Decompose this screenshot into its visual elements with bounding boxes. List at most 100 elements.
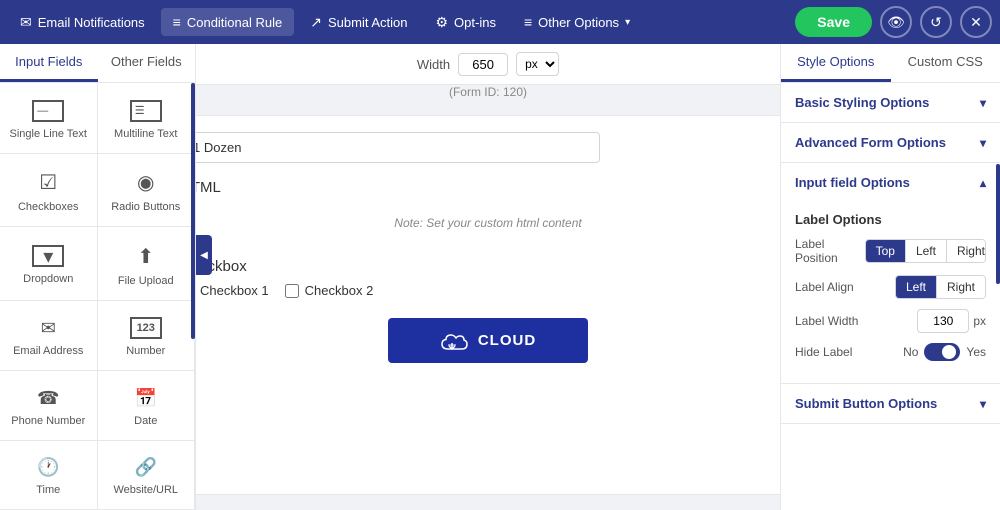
field-multiline-text[interactable]: ☰ Multiline Text bbox=[98, 83, 196, 154]
label-position-top[interactable]: Top bbox=[866, 240, 906, 262]
dropdown-label: Dropdown bbox=[23, 273, 73, 285]
hide-label-yes: Yes bbox=[966, 345, 986, 359]
phone-label: Phone Number bbox=[11, 415, 85, 427]
chevron-down-icon: ▾ bbox=[625, 17, 630, 28]
html-title: HTML bbox=[196, 179, 780, 196]
html-note: Note: Set your custom html content bbox=[196, 204, 780, 242]
multiline-icon: ☰ bbox=[130, 100, 162, 122]
field-radio-buttons[interactable]: ◉ Radio Buttons bbox=[98, 154, 196, 228]
field-date[interactable]: 📅 Date bbox=[98, 371, 196, 441]
nav-optins-label: Opt-ins bbox=[454, 15, 496, 30]
checkbox-2-input[interactable] bbox=[285, 284, 299, 298]
checkbox-section: Checkbox Checkbox 1 Checkbox 2 bbox=[196, 258, 780, 298]
label-width-label: Label Width bbox=[795, 314, 858, 328]
tab-input-fields[interactable]: Input Fields bbox=[0, 44, 98, 82]
checkboxes-icon: ☑ bbox=[39, 170, 57, 195]
label-align-left[interactable]: Left bbox=[896, 276, 937, 298]
field-time[interactable]: 🕐 Time bbox=[0, 441, 98, 510]
hide-label-label: Hide Label bbox=[795, 345, 852, 359]
field-phone-number[interactable]: ☎ Phone Number bbox=[0, 371, 98, 441]
single-line-label: Single Line Text bbox=[10, 128, 87, 140]
form-dropdown-field[interactable]: 1 Dozen bbox=[196, 132, 600, 163]
nav-conditional-rule[interactable]: ≡ Conditional Rule bbox=[161, 8, 295, 36]
email-icon: ✉ bbox=[20, 14, 32, 31]
checkbox-2-label: Checkbox 2 bbox=[305, 283, 374, 298]
html-section: HTML Note: Set your custom html content bbox=[196, 179, 780, 242]
time-icon: 🕐 bbox=[37, 457, 59, 478]
cloud-btn-label: CLOUD bbox=[478, 332, 536, 349]
width-input[interactable] bbox=[458, 53, 508, 76]
label-position-left[interactable]: Left bbox=[906, 240, 947, 262]
file-upload-icon: ⬆ bbox=[137, 244, 154, 269]
label-position-right[interactable]: Right bbox=[947, 240, 986, 262]
multiline-label: Multiline Text bbox=[114, 128, 177, 140]
label-align-group: Left Right bbox=[895, 275, 986, 299]
nav-conditional-label: Conditional Rule bbox=[187, 15, 282, 30]
phone-icon: ☎ bbox=[37, 388, 59, 409]
center-canvas: Width px % (Form ID: 120) 1 Dozen HTML N… bbox=[196, 44, 780, 510]
checkbox-item-1[interactable]: Checkbox 1 bbox=[196, 283, 269, 298]
nav-optins[interactable]: ⚙ Opt-ins bbox=[423, 8, 507, 37]
time-label: Time bbox=[36, 484, 60, 496]
checkbox-item-2[interactable]: Checkbox 2 bbox=[285, 283, 374, 298]
save-button[interactable]: Save bbox=[795, 7, 872, 37]
cloud-button[interactable]: CLOUD bbox=[388, 318, 588, 363]
accordion-submit-button-header[interactable]: Submit Button Options ▾ bbox=[781, 384, 1000, 423]
label-position-label: Label Position bbox=[795, 237, 865, 265]
field-number[interactable]: 123 Number bbox=[98, 301, 196, 372]
nav-email-notifications[interactable]: ✉ Email Notifications bbox=[8, 8, 157, 37]
refresh-button[interactable]: ↺ bbox=[920, 6, 952, 38]
nav-other-label: Other Options bbox=[538, 15, 619, 30]
checkbox-row: Checkbox 1 Checkbox 2 bbox=[196, 283, 780, 298]
collapse-sidebar-button[interactable]: ◀ bbox=[196, 235, 212, 275]
nav-submit-action[interactable]: ↗ Submit Action bbox=[298, 8, 419, 37]
accordion-basic-styling-header[interactable]: Basic Styling Options ▾ bbox=[781, 83, 1000, 122]
advanced-form-label: Advanced Form Options bbox=[795, 135, 946, 150]
hide-label-toggle-group: No Yes bbox=[903, 343, 986, 361]
dropdown-icon: ▾ bbox=[32, 245, 64, 267]
date-label: Date bbox=[134, 415, 157, 427]
checkbox-1-label: Checkbox 1 bbox=[200, 283, 269, 298]
label-width-input[interactable] bbox=[917, 309, 969, 333]
label-align-right[interactable]: Right bbox=[937, 276, 985, 298]
advanced-form-chevron: ▾ bbox=[980, 136, 986, 150]
radio-icon: ◉ bbox=[137, 170, 154, 195]
tab-style-options[interactable]: Style Options bbox=[781, 44, 891, 82]
date-icon: 📅 bbox=[135, 388, 157, 409]
field-website-url[interactable]: 🔗 Website/URL bbox=[98, 441, 196, 510]
field-dropdown[interactable]: ▾ Dropdown bbox=[0, 227, 98, 301]
hide-label-no: No bbox=[903, 345, 918, 359]
close-button[interactable]: ✕ bbox=[960, 6, 992, 38]
accordion-advanced-form-header[interactable]: Advanced Form Options ▾ bbox=[781, 123, 1000, 162]
nav-submit-label: Submit Action bbox=[328, 15, 408, 30]
right-panel-tabs: Style Options Custom CSS bbox=[781, 44, 1000, 83]
tab-custom-css[interactable]: Custom CSS bbox=[891, 44, 1000, 82]
dropdown-select[interactable]: 1 Dozen bbox=[196, 140, 587, 155]
tab-other-fields[interactable]: Other Fields bbox=[98, 44, 196, 82]
label-width-unit: px bbox=[973, 314, 986, 328]
field-checkboxes[interactable]: ☑ Checkboxes bbox=[0, 154, 98, 228]
number-label: Number bbox=[126, 345, 165, 357]
field-single-line-text[interactable]: — Single Line Text bbox=[0, 83, 98, 154]
eye-button[interactable]: 👁 bbox=[880, 6, 912, 38]
form-canvas: 1 Dozen HTML Note: Set your custom html … bbox=[196, 115, 780, 495]
optins-icon: ⚙ bbox=[435, 14, 448, 31]
hide-label-toggle[interactable] bbox=[924, 343, 960, 361]
conditional-icon: ≡ bbox=[173, 14, 181, 30]
input-field-chevron: ▴ bbox=[980, 176, 986, 190]
field-email-address[interactable]: ✉ Email Address bbox=[0, 301, 98, 372]
canvas-toolbar: Width px % bbox=[196, 44, 780, 85]
label-options-title: Label Options bbox=[795, 212, 986, 227]
main-layout: Input Fields Other Fields — Single Line … bbox=[0, 44, 1000, 510]
field-file-upload[interactable]: ⬆ File Upload bbox=[98, 227, 196, 301]
accordion-input-field-header[interactable]: Input field Options ▴ bbox=[781, 163, 1000, 202]
radio-label: Radio Buttons bbox=[111, 201, 180, 213]
toggle-slider bbox=[924, 343, 960, 361]
right-panel-body: Basic Styling Options ▾ Advanced Form Op… bbox=[781, 83, 1000, 510]
hide-label-row: Hide Label No Yes bbox=[795, 343, 986, 361]
nav-other-options[interactable]: ≡ Other Options ▾ bbox=[512, 8, 642, 36]
width-unit-select[interactable]: px % bbox=[516, 52, 559, 76]
email-field-icon: ✉ bbox=[41, 318, 56, 339]
accordion-submit-button: Submit Button Options ▾ bbox=[781, 384, 1000, 424]
submit-button-chevron: ▾ bbox=[980, 397, 986, 411]
